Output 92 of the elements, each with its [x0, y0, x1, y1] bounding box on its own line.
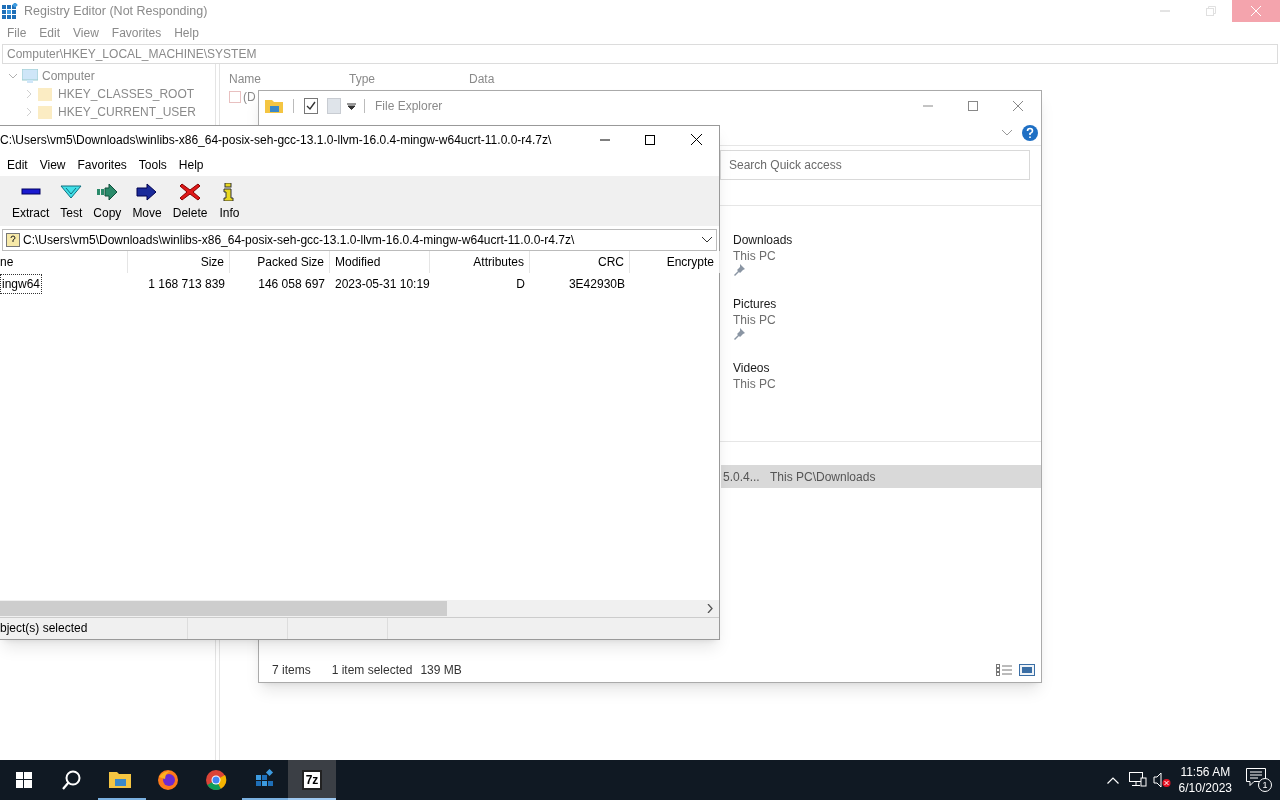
file-cell-text: 5.0.4...: [723, 468, 761, 486]
expand-ribbon-icon[interactable]: [1002, 130, 1012, 136]
table-cell-text: 1 168 713 839: [148, 275, 225, 293]
maximize-icon[interactable]: [645, 134, 655, 145]
column-header[interactable]: Data: [469, 70, 589, 86]
network-icon[interactable]: [1128, 772, 1147, 788]
table-cell-text: 2023-05-31 10:19: [335, 275, 430, 293]
archive-icon: [6, 233, 20, 247]
toolbar-button[interactable]: Copy: [93, 183, 122, 222]
menu-item[interactable]: File: [7, 24, 27, 42]
path-text: C:\Users\vm5\Downloads\winlibs-x86_64-posix-seh-gcc-13.1.0-llvm-16.0.4-mingw-w64ucrt-11.0.0-r4.7z\: [23, 232, 576, 249]
table-cell-text: 3E42930B: [568, 275, 625, 293]
computer-icon: [22, 69, 38, 83]
item-location: This PC: [733, 248, 777, 263]
column-header[interactable]: CRC: [530, 251, 630, 273]
item-name[interactable]: Pictures: [733, 295, 1041, 311]
toolbar-button[interactable]: Extract: [12, 183, 50, 222]
clock-time[interactable]: 11:56 AM: [1180, 764, 1231, 780]
toolbar-button[interactable]: Test: [60, 183, 83, 222]
column-header[interactable]: Name: [229, 70, 349, 86]
menu-item[interactable]: Tools: [138, 155, 167, 174]
registry-icon: [2, 3, 18, 19]
item-name[interactable]: Videos: [733, 359, 1041, 375]
status-text: 1 item selected: [331, 662, 413, 679]
properties-icon[interactable]: [304, 98, 318, 114]
arrow-icon: [136, 183, 159, 201]
address-bar[interactable]: Computer\HKEY_LOCAL_MACHINE\SYSTEM: [2, 44, 1278, 64]
column-header[interactable]: Attributes: [430, 251, 530, 273]
folder-icon[interactable]: [265, 98, 283, 114]
menu-item[interactable]: Edit: [39, 24, 61, 42]
status-text: 7 items: [272, 662, 311, 679]
menu-item[interactable]: Help: [178, 155, 204, 174]
status-text: bject(s) selected: [0, 618, 188, 639]
search-icon: [62, 770, 82, 790]
tree-item[interactable]: Computer: [42, 67, 95, 85]
notification-icon[interactable]: [1246, 768, 1266, 786]
tree-item[interactable]: HKEY_CLASSES_ROOT: [58, 85, 195, 103]
toolbar-button[interactable]: Info: [218, 183, 241, 222]
windows-icon: [16, 772, 32, 788]
folder-icon: [38, 87, 52, 101]
item-location: This PC: [733, 312, 777, 327]
column-header[interactable]: Encrypte: [630, 251, 720, 273]
chevron-icon: [60, 183, 83, 201]
dropdown-icon[interactable]: [347, 102, 356, 110]
menu-item[interactable]: Favorites: [111, 24, 162, 42]
window-title: File Explorer: [375, 98, 443, 115]
toolbar-button[interactable]: Move: [132, 183, 162, 222]
column-header[interactable]: ne: [0, 251, 128, 273]
tree-item[interactable]: HKEY_CURRENT_USER: [58, 103, 197, 121]
status-text: 139 MB: [420, 662, 462, 679]
file-cell-text: This PC\Downloads: [770, 468, 876, 486]
file-name[interactable]: ingw64: [0, 273, 43, 294]
column-header[interactable]: Size: [128, 251, 230, 273]
help-icon[interactable]: [1022, 125, 1038, 141]
clock-date[interactable]: 6/10/2023: [1178, 780, 1232, 796]
column-header[interactable]: Type: [349, 70, 469, 86]
search-field[interactable]: Search Quick access: [720, 150, 1030, 180]
large-icons-view-icon[interactable]: [1019, 664, 1035, 676]
toolbar-button[interactable]: Delete: [172, 183, 208, 222]
chevron-up-icon[interactable]: [1106, 776, 1119, 784]
app-logo: 7z: [301, 770, 323, 790]
table-cell-text: 146 058 697: [258, 275, 325, 293]
arrow-icon: [96, 183, 119, 201]
file-row[interactable]: 5.0.4... This PC\Downloads: [721, 465, 1041, 488]
string-value-icon: [229, 91, 241, 103]
column-header[interactable]: Modified: [330, 251, 430, 273]
notification-count: 1: [1258, 778, 1272, 792]
table-cell-text: D: [516, 275, 525, 293]
menu-item[interactable]: View: [39, 155, 66, 174]
cross-icon: [179, 183, 202, 201]
browser-icon: [205, 769, 227, 791]
column-header[interactable]: Packed Size: [230, 251, 330, 273]
window-title: Registry Editor (Not Responding): [24, 2, 208, 20]
folder-icon: [38, 105, 52, 119]
globe-icon: [157, 769, 179, 791]
item-name[interactable]: Downloads: [733, 231, 1041, 247]
scroll-right-icon[interactable]: [707, 604, 713, 613]
scrollbar-thumb[interactable]: [0, 601, 447, 616]
volume-muted-icon[interactable]: [1152, 772, 1171, 788]
folder-icon: [109, 769, 131, 791]
menu-item[interactable]: View: [73, 24, 99, 42]
window-title: C:\Users\vm5\Downloads\winlibs-x86_64-posix-seh-gcc-13.1.0-llvm-16.0.4-mingw-w64ucrt-11.0.0-r4.7z\: [0, 131, 552, 149]
details-view-icon[interactable]: [996, 664, 1012, 676]
taskbar-button[interactable]: 7z: [288, 760, 336, 800]
menu-item[interactable]: Favorites: [77, 155, 127, 174]
path-field[interactable]: C:\Users\vm5\Downloads\winlibs-x86_64-posix-seh-gcc-13.1.0-llvm-16.0.4-mingw-w64ucrt-11.0.0-r4.7z\: [2, 229, 717, 251]
value-name: (D: [243, 89, 256, 106]
item-location: This PC: [733, 376, 777, 391]
dropdown-icon[interactable]: [702, 237, 712, 243]
close-icon[interactable]: [691, 134, 702, 145]
menu-item[interactable]: Edit: [7, 155, 28, 174]
menu-item[interactable]: Help: [174, 24, 199, 42]
